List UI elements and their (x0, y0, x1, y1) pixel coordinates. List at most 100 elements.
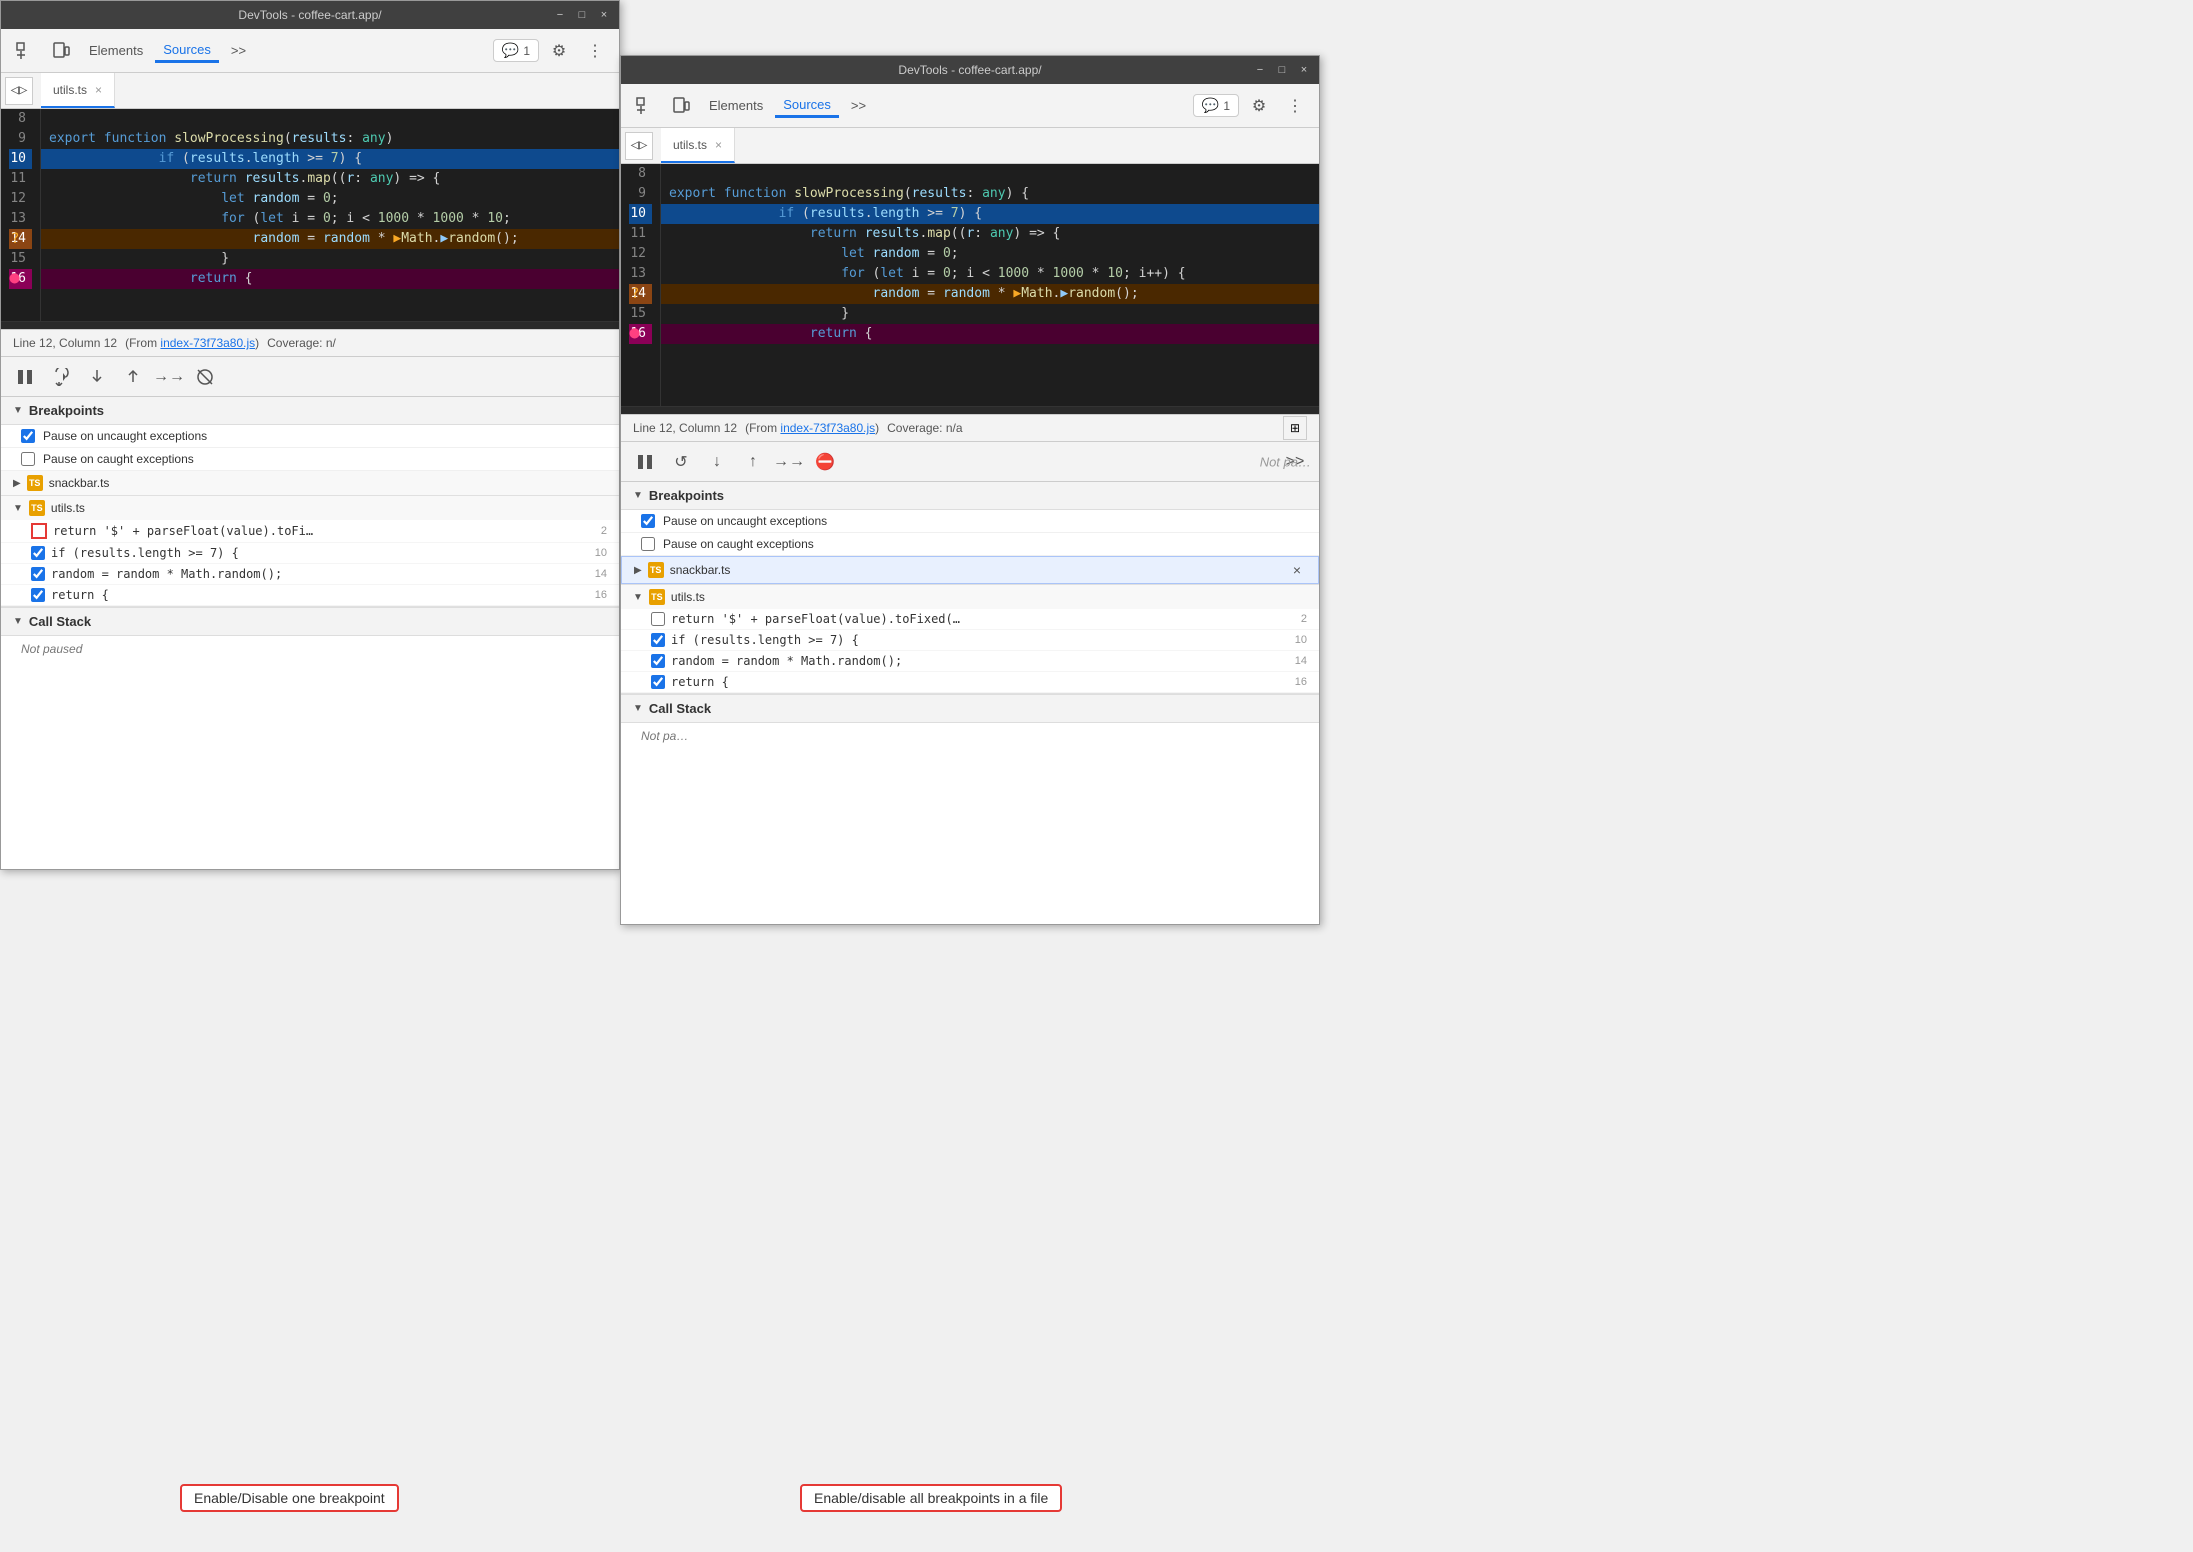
step-out-btn-1[interactable] (117, 361, 149, 393)
horizontal-scroll-2[interactable] (621, 406, 1319, 414)
device-toggle-btn-2[interactable] (665, 90, 697, 122)
bp-entry-text-2-3: random = random * Math.random(); (671, 654, 902, 668)
bp-checkbox-1-2[interactable] (651, 612, 665, 626)
device-toggle-btn-1[interactable] (45, 35, 77, 67)
breakpoints-panel-2: ▼ Breakpoints Pause on uncaught exceptio… (621, 482, 1319, 924)
horizontal-scroll-1[interactable] (1, 321, 619, 329)
call-stack-label-2: Call Stack (649, 701, 711, 716)
more-options-btn-2[interactable]: ⋮ (1279, 90, 1311, 122)
breakpoints-chevron-2: ▼ (633, 490, 643, 501)
sidebar-toggle-1[interactable]: ◁▷ (5, 77, 33, 105)
bp-line-num-2-2: 10 (1295, 634, 1307, 646)
settings-btn-2[interactable]: ⚙ (1243, 90, 1275, 122)
step-over-btn-2[interactable]: ↺ (665, 446, 697, 478)
more-options-btn-1[interactable]: ⋮ (579, 35, 611, 67)
devtools-toolbar-2: Elements Sources >> 💬 1 ⚙ ⋮ (621, 84, 1319, 128)
bp-checkbox-3-2[interactable] (651, 654, 665, 668)
devtools-window-1: DevTools - coffee-cart.app/ − □ × Elemen… (0, 0, 620, 870)
tab-more-1[interactable]: >> (223, 39, 254, 62)
call-stack-header-1[interactable]: ▼ Call Stack (1, 607, 619, 636)
bp-checkbox-4-2[interactable] (651, 675, 665, 689)
expand-panel-btn-2[interactable]: ⊞ (1283, 416, 1307, 440)
tab-more-2[interactable]: >> (843, 94, 874, 117)
snackbar-filename-1: snackbar.ts (49, 476, 110, 490)
close-btn-2[interactable]: × (1297, 63, 1311, 77)
file-tab-close-2[interactable]: × (715, 138, 722, 152)
call-stack-header-2[interactable]: ▼ Call Stack (621, 694, 1319, 723)
pause-resume-btn-1[interactable] (9, 361, 41, 393)
restore-btn-1[interactable]: □ (575, 8, 589, 22)
inspect-element-btn-2[interactable] (629, 90, 661, 122)
code-line-8-2 (661, 164, 1319, 184)
bp-line-num-1-1: 2 (601, 525, 607, 537)
bp-file-utils-header-1[interactable]: ▼ TS utils.ts (1, 496, 619, 520)
settings-btn-1[interactable]: ⚙ (543, 35, 575, 67)
not-paused-panel-2: Not pa… (1252, 446, 1319, 477)
tab-sources-2[interactable]: Sources (775, 93, 839, 118)
pause-caught-checkbox-1[interactable] (21, 452, 35, 466)
breakpoints-label-2: Breakpoints (649, 488, 724, 503)
line-11-num-1: 11 (9, 169, 32, 189)
title-bar-1: DevTools - coffee-cart.app/ − □ × (1, 1, 619, 29)
bp-file-snackbar-1: ▶ TS snackbar.ts (1, 471, 619, 496)
tab-sources-1[interactable]: Sources (155, 38, 219, 63)
step-into-btn-2[interactable]: ↓ (701, 446, 733, 478)
bp-checkbox-2-2[interactable] (651, 633, 665, 647)
pause-caught-checkbox-2[interactable] (641, 537, 655, 551)
bp-checkbox-highlighted-1[interactable] (31, 523, 47, 539)
utils-file-icon-1: TS (29, 500, 45, 516)
bp-entry-utils-2-1: return '$' + parseFloat(value).toFixed(…… (621, 609, 1319, 630)
source-file-link-1[interactable]: index-73f73a80.js (160, 336, 255, 350)
console-badge-2[interactable]: 💬 1 (1193, 94, 1239, 117)
deactivate-btn-1[interactable] (189, 361, 221, 393)
line-10-num-1: 10 (9, 149, 32, 169)
restore-btn-2[interactable]: □ (1275, 63, 1289, 77)
snackbar-close-btn-2[interactable]: × (1288, 561, 1306, 579)
line-9-num-1: 9 (9, 129, 32, 149)
deactivate-btn-2[interactable]: ⛔ (809, 446, 841, 478)
minimize-btn-2[interactable]: − (1253, 63, 1267, 77)
breakpoints-header-2[interactable]: ▼ Breakpoints (621, 482, 1319, 510)
status-bar-2: Line 12, Column 12 (From index-73f73a80.… (621, 414, 1319, 442)
bp-checkbox-4-1[interactable] (31, 588, 45, 602)
file-tabs-bar-2: ◁▷ utils.ts × (621, 128, 1319, 164)
utils-filename-2: utils.ts (671, 590, 705, 604)
inspect-element-btn-1[interactable] (9, 35, 41, 67)
pause-resume-btn-2[interactable] (629, 446, 661, 478)
from-label-1: (From index-73f73a80.js) (125, 336, 259, 350)
step-into-btn-1[interactable] (81, 361, 113, 393)
bp-entry-text-2-2: if (results.length >= 7) { (671, 633, 859, 647)
file-tabs-bar-1: ◁▷ utils.ts × (1, 73, 619, 109)
step-btn-2[interactable]: →→ (773, 446, 805, 478)
close-btn-1[interactable]: × (597, 8, 611, 22)
file-tab-utils-1[interactable]: utils.ts × (41, 73, 115, 108)
bp-file-utils-header-2[interactable]: ▼ TS utils.ts (621, 585, 1319, 609)
file-tab-close-1[interactable]: × (95, 83, 102, 97)
sidebar-toggle-2[interactable]: ◁▷ (625, 132, 653, 160)
bp-line-num-1-2: 10 (595, 547, 607, 559)
breakpoints-header-1[interactable]: ▼ Breakpoints (1, 397, 619, 425)
tab-elements-2[interactable]: Elements (701, 94, 771, 117)
pause-uncaught-checkbox-1[interactable] (21, 429, 35, 443)
bp-entry-utils-2-3: random = random * Math.random(); 14 (621, 651, 1319, 672)
console-badge-1[interactable]: 💬 1 (493, 39, 539, 62)
bp-checkbox-2-1[interactable] (31, 546, 45, 560)
tab-elements-1[interactable]: Elements (81, 39, 151, 62)
step-over-btn-1[interactable] (45, 361, 77, 393)
bp-checkbox-3-1[interactable] (31, 567, 45, 581)
annotation-1: Enable/Disable one breakpoint (180, 1484, 399, 1512)
cursor-position-1: Line 12, Column 12 (13, 336, 117, 350)
bp-entry-utils-1-3: random = random * Math.random(); 14 (1, 564, 619, 585)
line-14-num-1: ? 14 (9, 229, 32, 249)
bp-file-snackbar-header-2[interactable]: ▶ TS snackbar.ts × (621, 556, 1319, 584)
source-file-link-2[interactable]: index-73f73a80.js (780, 421, 875, 435)
file-tab-utils-2[interactable]: utils.ts × (661, 128, 735, 163)
call-stack-label-1: Call Stack (29, 614, 91, 629)
minimize-btn-1[interactable]: − (553, 8, 567, 22)
file-tab-name-1: utils.ts (53, 83, 87, 97)
step-out-btn-2[interactable]: ↑ (737, 446, 769, 478)
bp-file-snackbar-header-1[interactable]: ▶ TS snackbar.ts (1, 471, 619, 495)
pause-uncaught-checkbox-2[interactable] (641, 514, 655, 528)
bp-entry-text-2-4: return { (671, 675, 729, 689)
step-btn-1[interactable]: →→ (153, 361, 185, 393)
